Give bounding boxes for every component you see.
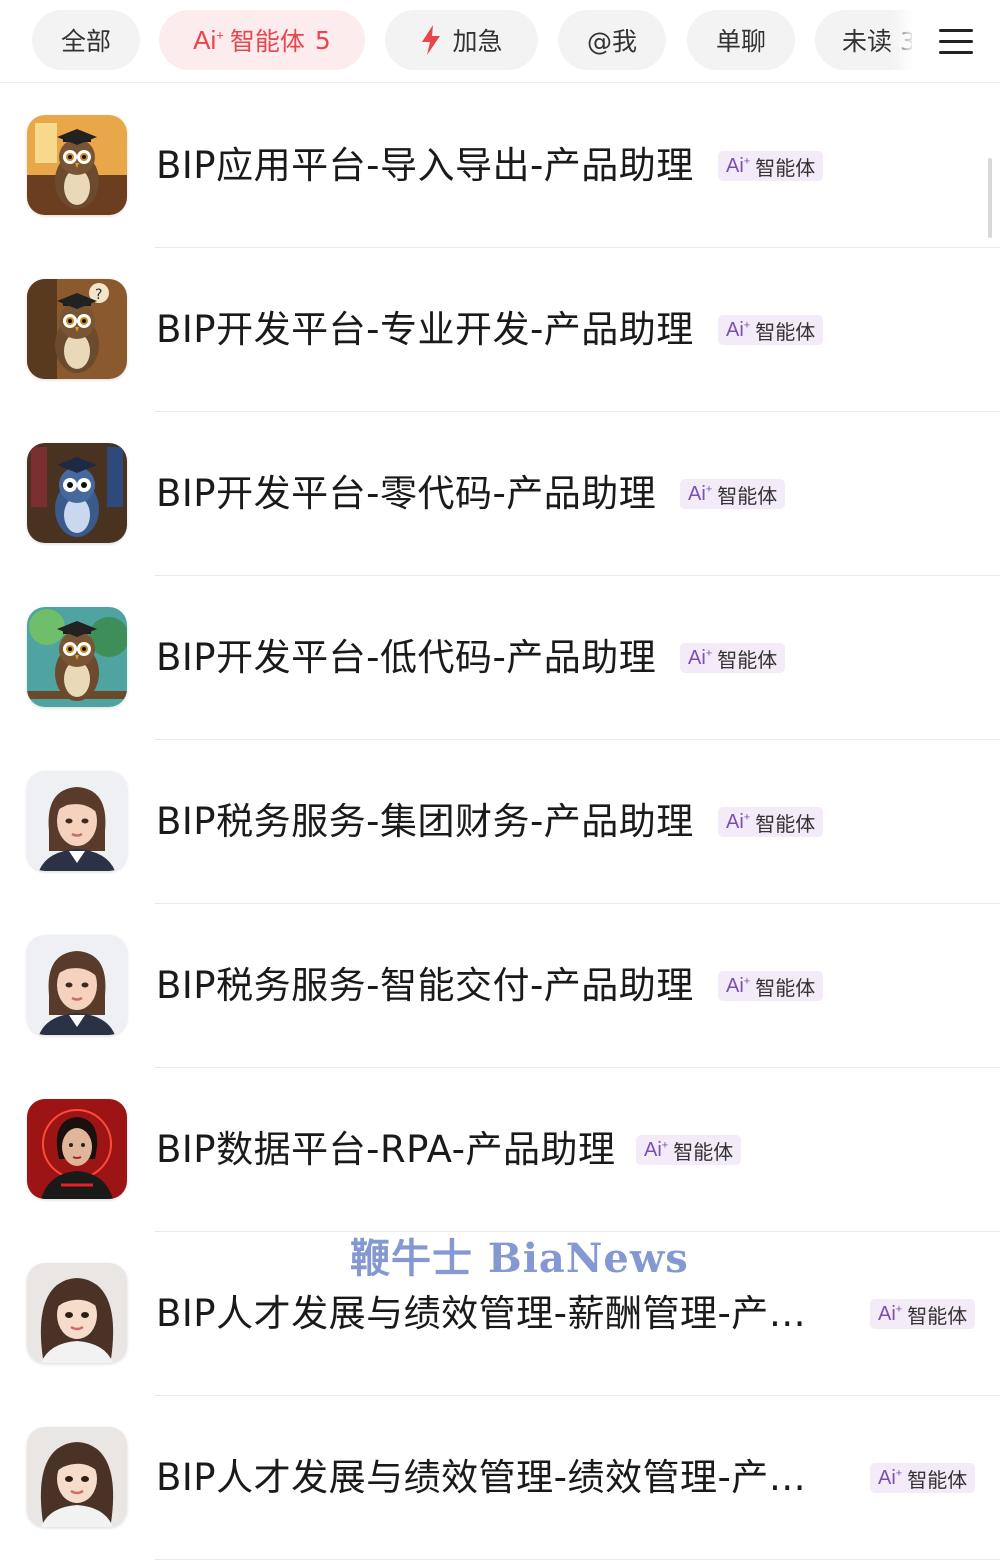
tab-mentions[interactable]: @我 bbox=[558, 10, 666, 70]
ai-sparkle-icon: Ai+ bbox=[688, 646, 713, 669]
item-title: BIP开发平台-低代码-产品助理 bbox=[156, 636, 657, 679]
avatar bbox=[27, 443, 127, 543]
ai-sparkle-icon: Ai+ bbox=[644, 1138, 669, 1161]
ai-sparkle-icon: Ai+ bbox=[193, 24, 224, 55]
agent-badge: Ai+ 智能体 bbox=[636, 1135, 742, 1165]
item-title: BIP税务服务-集团财务-产品助理 bbox=[156, 800, 694, 843]
item-title: BIP开发平台-专业开发-产品助理 bbox=[156, 308, 694, 351]
avatar bbox=[27, 935, 127, 1035]
agent-badge: Ai+ 智能体 bbox=[680, 479, 786, 509]
ai-sparkle-icon: Ai+ bbox=[878, 1302, 903, 1325]
agent-badge: Ai+ 智能体 bbox=[680, 643, 786, 673]
item-title: BIP开发平台-零代码-产品助理 bbox=[156, 472, 657, 515]
tab-unread[interactable]: 未读 3 bbox=[815, 10, 912, 70]
avatar: ? bbox=[27, 279, 127, 379]
item-title: BIP应用平台-导入导出-产品助理 bbox=[156, 144, 694, 187]
ai-sparkle-icon: Ai+ bbox=[726, 974, 751, 997]
tab-label: 加急 bbox=[452, 27, 503, 56]
list-item[interactable]: ? BIP开发平台-专业开发-产品助理 Ai+ 智能体 bbox=[0, 248, 1000, 412]
tab-count: 5 bbox=[314, 25, 331, 55]
avatar bbox=[27, 771, 127, 871]
tab-urgent[interactable]: 加急 bbox=[385, 10, 538, 70]
filter-tab-bar: 全部 Ai+ 智能体 5 加急 @我 单聊 未读 3 bbox=[0, 0, 1000, 83]
ai-sparkle-icon: Ai+ bbox=[726, 810, 751, 833]
ai-sparkle-icon: Ai+ bbox=[726, 318, 751, 341]
lightning-icon bbox=[420, 25, 442, 55]
item-title: BIP税务服务-智能交付-产品助理 bbox=[156, 964, 694, 1007]
tab-all[interactable]: 全部 bbox=[32, 10, 140, 70]
list-item[interactable]: BIP人才发展与绩效管理-绩效管理-产… Ai+ 智能体 bbox=[0, 1396, 1000, 1560]
conversation-list: BIP应用平台-导入导出-产品助理 Ai+ 智能体 ? BIP开发平台-专业开发-… bbox=[0, 84, 1000, 1560]
divider bbox=[155, 1559, 1000, 1560]
list-item[interactable]: BIP税务服务-智能交付-产品助理 Ai+ 智能体 bbox=[0, 904, 1000, 1068]
watermark: 鞭牛士 BiaNews bbox=[350, 1235, 689, 1282]
list-item[interactable]: BIP开发平台-零代码-产品助理 Ai+ 智能体 bbox=[0, 412, 1000, 576]
hamburger-menu-icon bbox=[939, 21, 973, 62]
agent-badge: Ai+ 智能体 bbox=[718, 971, 824, 1001]
tab-label: 未读 3 bbox=[842, 27, 912, 56]
list-item[interactable]: BIP开发平台-低代码-产品助理 Ai+ 智能体 bbox=[0, 576, 1000, 740]
ai-sparkle-icon: Ai+ bbox=[878, 1466, 903, 1489]
item-title: BIP数据平台-RPA-产品助理 bbox=[156, 1128, 616, 1171]
avatar bbox=[27, 1099, 127, 1199]
tab-agents[interactable]: Ai+ 智能体 5 bbox=[159, 10, 365, 70]
agent-badge: Ai+ 智能体 bbox=[718, 807, 824, 837]
avatar bbox=[27, 607, 127, 707]
menu-button[interactable] bbox=[912, 0, 1000, 82]
avatar bbox=[27, 115, 127, 215]
filter-tabs: 全部 Ai+ 智能体 5 加急 @我 单聊 未读 3 bbox=[32, 10, 912, 70]
avatar bbox=[27, 1427, 127, 1527]
ai-sparkle-icon: Ai+ bbox=[688, 482, 713, 505]
svg-text:?: ? bbox=[95, 287, 102, 303]
list-item[interactable]: BIP税务服务-集团财务-产品助理 Ai+ 智能体 bbox=[0, 740, 1000, 904]
avatar bbox=[27, 1263, 127, 1363]
tab-label: 单聊 bbox=[715, 27, 766, 56]
agent-badge: Ai+ 智能体 bbox=[870, 1299, 976, 1329]
list-item[interactable]: BIP数据平台-RPA-产品助理 Ai+ 智能体 bbox=[0, 1068, 1000, 1232]
item-title: BIP人才发展与绩效管理-绩效管理-产… bbox=[156, 1456, 807, 1499]
tab-label: 全部 bbox=[60, 27, 111, 56]
agent-badge: Ai+ 智能体 bbox=[870, 1463, 976, 1493]
ai-sparkle-icon: Ai+ bbox=[726, 154, 751, 177]
list-item[interactable]: BIP应用平台-导入导出-产品助理 Ai+ 智能体 bbox=[0, 84, 1000, 248]
tab-label: @我 bbox=[586, 27, 637, 56]
agent-badge: Ai+ 智能体 bbox=[718, 315, 824, 345]
tab-label: 智能体 bbox=[229, 27, 305, 56]
tab-direct-chat[interactable]: 单聊 bbox=[687, 10, 795, 70]
agent-badge: Ai+ 智能体 bbox=[718, 151, 824, 181]
